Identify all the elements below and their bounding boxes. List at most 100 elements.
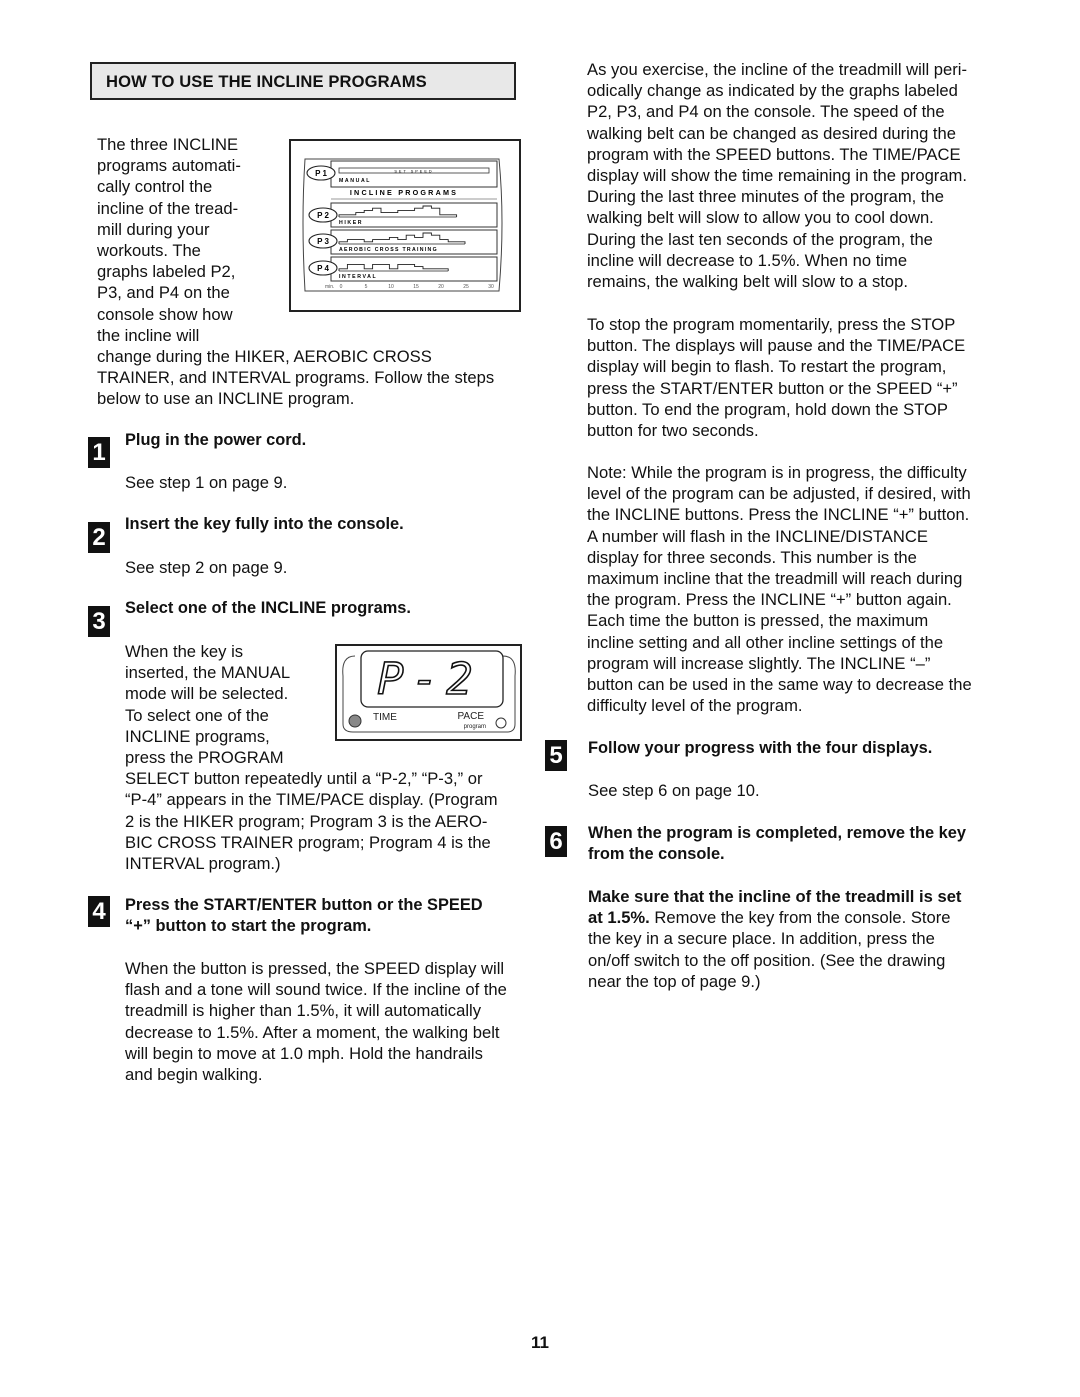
time-pace-display-illustration: P-2 TIME PACE program [342, 650, 516, 733]
para-line: As you exercise, the incline of the trea… [587, 60, 967, 79]
program-name: MANUAL [339, 178, 371, 184]
section-title: HOW TO USE THE INCLINE PROGRAMS [106, 72, 427, 91]
para-line: To stop the program momentarily, press t… [587, 315, 956, 334]
step-1-body: See step 1 on page 9. [125, 473, 288, 492]
body-line: treadmill is higher than 1.5%, it will a… [125, 1001, 481, 1021]
intro-line: change during the HIKER, AEROBIC CROSS [97, 347, 432, 367]
para-line: incline will decrease to 1.5%. When no t… [587, 250, 908, 270]
step-badge-2: 2 [88, 522, 110, 553]
step-5-body: See step 6 on page 10. [588, 781, 760, 800]
axis-tick-label: 5 [365, 284, 368, 290]
para-line: During the last ten seconds of the progr… [587, 229, 933, 249]
para-line: odically change as indicated by the grap… [587, 81, 958, 101]
incline-profile-p4 [338, 263, 449, 271]
para-line: display for three seconds. This number i… [587, 547, 917, 567]
console-programs-illustration: SET SPEED MANUAL INCLINE PROGRAMS HIKER … [302, 158, 503, 292]
page-number: 11 [531, 1333, 549, 1352]
para-line: press the START/ENTER button or the SPEE… [587, 378, 958, 398]
para-line: program with the SPEED buttons. The TIME… [587, 144, 961, 164]
axis-ticks: 0 5 10 15 20 25 30 [340, 284, 494, 290]
pace-label: PACE [458, 711, 485, 722]
p2-badge-label: P 2 [317, 211, 329, 220]
body-line: near the top of page 9.) [588, 971, 761, 991]
para-line: remains, the walking belt will slow to a… [587, 272, 908, 292]
body-line: and begin walking. [125, 1065, 263, 1085]
axis-tick-label: 25 [463, 284, 469, 290]
para-line: button for two seconds. [587, 421, 759, 441]
intro-line: TRAINER, and INTERVAL programs. Follow t… [97, 368, 495, 388]
para-line: During the last three minutes of the pro… [587, 187, 944, 207]
program-sublabel: program [464, 724, 486, 730]
axis-tick-label: 10 [388, 284, 394, 290]
p3-badge-label: P 3 [317, 237, 329, 246]
intro-line: below to use an INCLINE program. [97, 389, 355, 409]
p2-badge: P 2 [308, 207, 338, 223]
incline-profile-p3 [338, 232, 466, 244]
para-line: A number will flash in the INCLINE/DISTA… [587, 526, 928, 546]
body-line: decrease to 1.5%. After a moment, the wa… [125, 1022, 500, 1042]
section-header: HOW TO USE THE INCLINE PROGRAMS [90, 62, 516, 100]
body-line: on/off switch to the off position. (See … [588, 950, 946, 970]
para-line: the program. Press the INCLINE “+” butto… [587, 590, 952, 610]
title-line: Press the START/ENTER button or the SPEE… [125, 896, 483, 914]
para-line: Each time the button is pressed, the max… [587, 611, 929, 631]
step-badge-6: 6 [545, 826, 567, 857]
incline-profile-p2 [338, 205, 458, 217]
axis-tick-label: 0 [340, 284, 343, 290]
para-line: program will increase slightly. The INCL… [587, 653, 931, 673]
p4-badge-label: P 4 [317, 264, 329, 273]
para-line: level of the program can be adjusted, if… [587, 484, 971, 504]
step-1-title: Plug in the power cord. [125, 431, 307, 449]
body-line: When the button is pressed, the SPEED di… [125, 959, 505, 978]
step-badge-4: 4 [88, 896, 110, 927]
para-line: maximum incline that the treadmill will … [587, 569, 963, 589]
body-line: will begin to move at 1.0 mph. Hold the … [125, 1043, 483, 1063]
step-2-title: Insert the key fully into the console. [125, 515, 404, 533]
body-line: at 1.5%. Remove the key from the console… [588, 907, 961, 928]
p1-badge-label: P 1 [315, 169, 327, 178]
p1-badge: P 1 [306, 165, 336, 181]
time-label: TIME [373, 712, 397, 723]
axis-tick-label: 15 [413, 284, 419, 290]
intro-line: the incline will [97, 325, 200, 345]
incline-profiles [338, 205, 466, 272]
title-line: “+” button to start the program. [125, 917, 372, 936]
step-4-title: Press the START/ENTER button or the SPEE… [125, 895, 483, 937]
para-line: button. To end the program, hold down th… [587, 399, 948, 419]
para-line: walking belt can be changed as desired d… [587, 123, 957, 143]
step-badge-1: 1 [88, 437, 110, 468]
step-2-body: See step 2 on page 9. [125, 558, 288, 577]
body-line: flash and a tone will sound twice. If th… [125, 980, 507, 1000]
right-para-2: To stop the program momentarily, press t… [587, 314, 965, 441]
body-line: press the PROGRAM [125, 748, 284, 768]
para-line: P2, P3, and P4 on the console. The speed… [587, 102, 945, 122]
time-indicator-light [348, 714, 362, 728]
program-name: INTERVAL [339, 274, 377, 280]
set-speed-label: SET SPEED [394, 170, 433, 174]
body-line: 2 is the HIKER program; Program 3 is the… [125, 811, 488, 831]
p3-badge: P 3 [308, 233, 338, 249]
warning-value: at 1.5%. [588, 908, 650, 928]
body-line: SELECT button repeatedly until a “P-2,” … [125, 769, 483, 789]
warning-line: Make sure that the incline of the treadm… [588, 887, 962, 906]
axis-tick-label: 30 [488, 284, 494, 290]
body-line: INTERVAL program.) [125, 854, 281, 874]
para-line: button. The displays will pause and the … [587, 336, 966, 356]
para-line: button can be used in the same way to de… [587, 675, 972, 695]
body-line: “P-4” appears in the TIME/PACE display. … [125, 790, 498, 810]
para-line: display will show the time remaining in … [587, 166, 967, 186]
axis-tick-label: 20 [438, 284, 444, 290]
para-line: walking belt will slow to allow you to c… [587, 208, 934, 228]
incline-programs-title: INCLINE PROGRAMS [350, 188, 458, 197]
title-line: from the console. [588, 845, 725, 864]
step-badge-5: 5 [545, 740, 567, 771]
body-line: BIC CROSS TRAINER program; Program 4 is … [125, 832, 491, 852]
step-6-body: Make sure that the incline of the treadm… [588, 886, 961, 992]
axis-label: min. [325, 284, 334, 290]
right-para-1: As you exercise, the incline of the trea… [587, 59, 967, 292]
time-pace-display-figure: P-2 TIME PACE program [335, 644, 522, 741]
step-4-body: When the button is pressed, the SPEED di… [125, 958, 507, 1085]
para-line: incline setting and all other incline se… [587, 632, 944, 652]
step-6-title: When the program is completed, remove th… [588, 823, 966, 865]
title-line: When the program is completed, remove th… [588, 824, 966, 842]
